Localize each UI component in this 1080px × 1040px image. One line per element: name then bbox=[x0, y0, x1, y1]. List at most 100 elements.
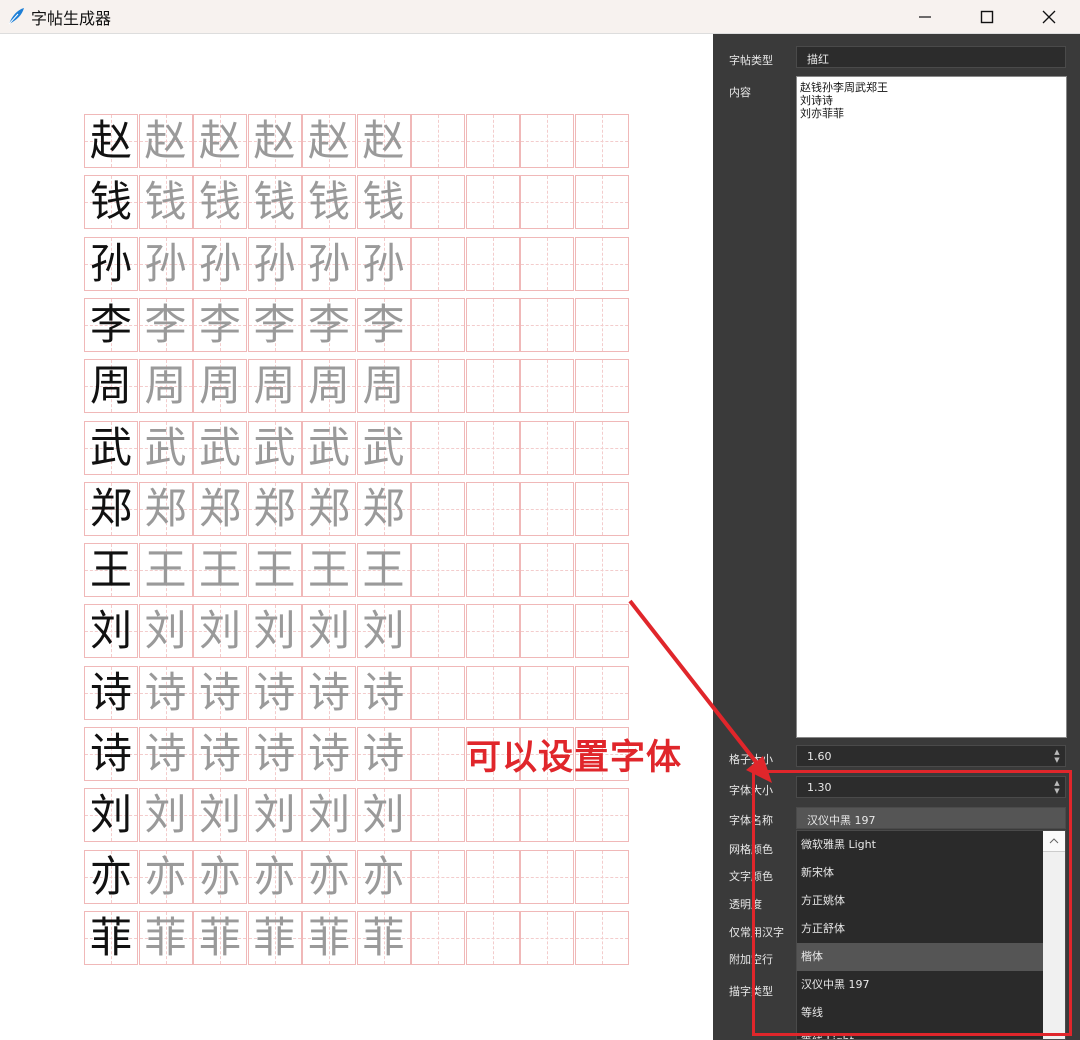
trace-character-cell: 诗 bbox=[302, 727, 356, 781]
character: 赵 bbox=[198, 116, 241, 165]
trace-character-cell: 刘 bbox=[247, 604, 302, 659]
character: 孙 bbox=[307, 238, 350, 288]
character: 菲 bbox=[89, 912, 132, 962]
character: 王 bbox=[307, 545, 350, 595]
annotation-highlight-box bbox=[752, 770, 1072, 1036]
character: 刘 bbox=[253, 790, 296, 840]
annotation-text: 可以设置字体 bbox=[466, 738, 683, 778]
character: 诗 bbox=[198, 729, 241, 778]
trace-character-cell: 郑 bbox=[302, 481, 356, 536]
character: 王 bbox=[89, 545, 132, 595]
character: 钱 bbox=[198, 177, 241, 227]
character: 诗 bbox=[307, 729, 350, 778]
trace-character-cell: 诗 bbox=[247, 665, 302, 720]
character: 孙 bbox=[89, 238, 132, 288]
character: 武 bbox=[89, 422, 132, 472]
trace-character-cell: 刘 bbox=[356, 788, 411, 843]
character: 王 bbox=[362, 545, 405, 595]
character: 郑 bbox=[144, 483, 187, 533]
character: 李 bbox=[144, 299, 187, 349]
character: 刘 bbox=[253, 606, 296, 656]
trace-character-cell: 周 bbox=[302, 359, 356, 414]
character: 赵 bbox=[144, 116, 187, 165]
character: 周 bbox=[89, 361, 132, 411]
trace-character-cell: 诗 bbox=[302, 665, 356, 720]
trace-character-cell: 王 bbox=[302, 543, 356, 598]
trace-character-cell: 周 bbox=[247, 359, 302, 414]
character: 赵 bbox=[362, 116, 405, 165]
trace-character-cell: 郑 bbox=[356, 481, 411, 536]
trace-character-cell: 刘 bbox=[302, 788, 356, 843]
character: 菲 bbox=[362, 912, 405, 962]
trace-character-cell: 赵 bbox=[193, 114, 247, 168]
trace-character-cell: 诗 bbox=[356, 665, 411, 720]
character: 李 bbox=[198, 299, 241, 349]
character: 菲 bbox=[253, 912, 296, 962]
trace-character-cell: 菲 bbox=[193, 910, 247, 965]
trace-character-cell: 诗 bbox=[138, 727, 193, 781]
trace-character-cell: 李 bbox=[138, 297, 193, 352]
trace-character-cell: 赵 bbox=[247, 114, 302, 168]
character: 诗 bbox=[253, 667, 296, 717]
trace-character-cell: 王 bbox=[356, 543, 411, 598]
character: 郑 bbox=[362, 483, 405, 533]
trace-character-cell: 菲 bbox=[356, 910, 411, 965]
character: 刘 bbox=[144, 790, 187, 840]
trace-character-cell: 郑 bbox=[247, 481, 302, 536]
model-character-cell: 菲 bbox=[84, 910, 138, 965]
character: 亦 bbox=[253, 851, 296, 901]
model-character-cell: 王 bbox=[84, 543, 138, 598]
character: 诗 bbox=[89, 729, 132, 778]
character: 周 bbox=[253, 361, 296, 411]
trace-character-cell: 武 bbox=[356, 420, 411, 475]
character: 亦 bbox=[362, 851, 405, 901]
trace-character-cell: 菲 bbox=[247, 910, 302, 965]
character: 李 bbox=[362, 299, 405, 349]
trace-character-cell: 诗 bbox=[247, 727, 302, 781]
character: 王 bbox=[253, 545, 296, 595]
trace-character-cell: 周 bbox=[193, 359, 247, 414]
trace-character-cell: 郑 bbox=[193, 481, 247, 536]
model-character-cell: 孙 bbox=[84, 236, 138, 291]
character: 刘 bbox=[307, 790, 350, 840]
character: 周 bbox=[307, 361, 350, 411]
trace-character-cell: 李 bbox=[356, 297, 411, 352]
trace-character-cell: 菲 bbox=[302, 910, 356, 965]
trace-character-cell: 刘 bbox=[356, 604, 411, 659]
trace-character-cell: 钱 bbox=[247, 175, 302, 230]
trace-character-cell: 武 bbox=[302, 420, 356, 475]
trace-character-cell: 菲 bbox=[138, 910, 193, 965]
trace-character-cell: 武 bbox=[138, 420, 193, 475]
trace-character-cell: 周 bbox=[356, 359, 411, 414]
character: 王 bbox=[144, 545, 187, 595]
trace-character-cell: 钱 bbox=[193, 175, 247, 230]
model-character-cell: 周 bbox=[84, 359, 138, 414]
character: 郑 bbox=[89, 483, 132, 533]
character: 武 bbox=[198, 422, 241, 472]
model-character-cell: 刘 bbox=[84, 604, 138, 659]
character: 亦 bbox=[198, 851, 241, 901]
trace-character-cell: 孙 bbox=[302, 236, 356, 291]
character: 武 bbox=[253, 422, 296, 472]
character: 刘 bbox=[144, 606, 187, 656]
character: 刘 bbox=[198, 606, 241, 656]
model-character-cell: 武 bbox=[84, 420, 138, 475]
trace-character-cell: 郑 bbox=[138, 481, 193, 536]
trace-character-cell: 钱 bbox=[356, 175, 411, 230]
trace-character-cell: 钱 bbox=[138, 175, 193, 230]
character: 菲 bbox=[144, 912, 187, 962]
character: 王 bbox=[198, 545, 241, 595]
trace-character-cell: 亦 bbox=[356, 849, 411, 904]
trace-character-cell: 武 bbox=[247, 420, 302, 475]
character: 菲 bbox=[307, 912, 350, 962]
character: 李 bbox=[89, 299, 132, 349]
character: 武 bbox=[144, 422, 187, 472]
trace-character-cell: 刘 bbox=[193, 788, 247, 843]
character: 菲 bbox=[198, 912, 241, 962]
character: 孙 bbox=[362, 238, 405, 288]
character: 刘 bbox=[89, 790, 132, 840]
character: 诗 bbox=[362, 729, 405, 778]
character: 李 bbox=[307, 299, 350, 349]
character: 周 bbox=[198, 361, 241, 411]
character: 刘 bbox=[362, 606, 405, 656]
